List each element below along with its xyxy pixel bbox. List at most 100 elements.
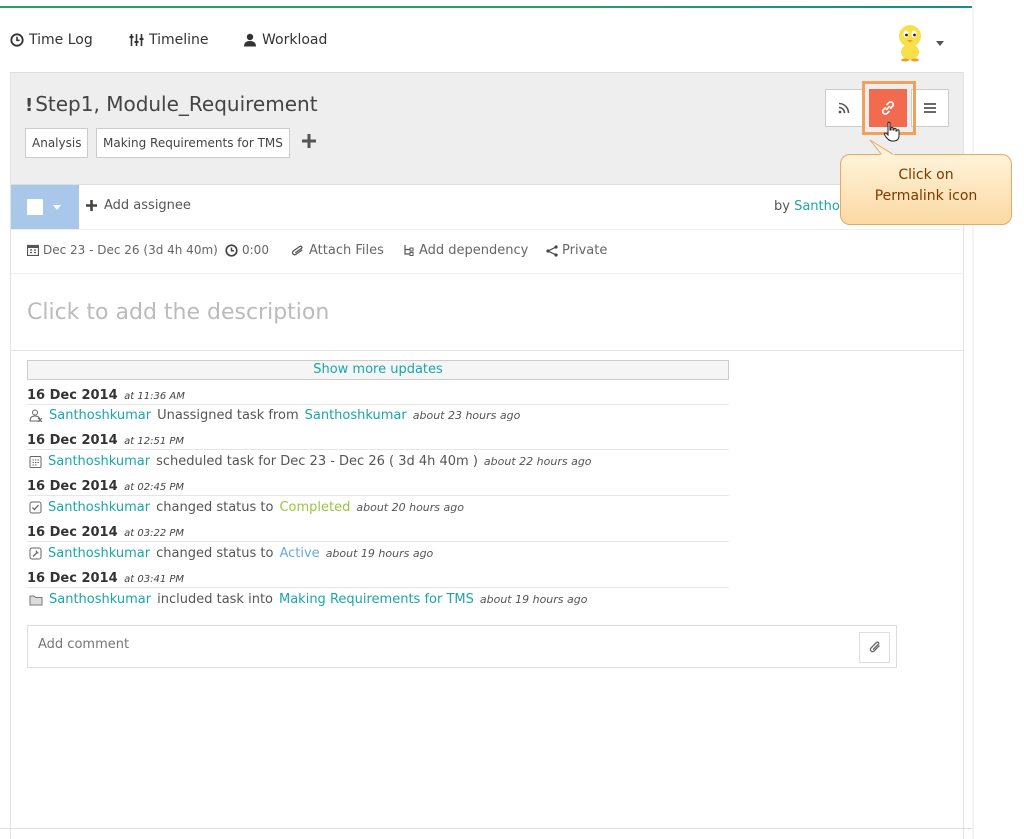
update-action: scheduled task for Dec 23 - Dec 26 ( 3d … (156, 454, 478, 469)
schedule-dates[interactable]: Dec 23 - Dec 26 (3d 4h 40m) (27, 243, 218, 257)
status-completed: Completed (279, 500, 351, 515)
update-time-text: at 03:22 PM (124, 528, 185, 539)
update-user[interactable]: Santhoshkumar (48, 500, 150, 515)
update-action: Unassigned task from (157, 408, 299, 423)
update-line-5: Santhoshkumar included task into Making … (29, 592, 587, 607)
comment-box (27, 625, 897, 668)
attach-files-label: Attach Files (309, 243, 384, 258)
update-time-text: at 03:41 PM (124, 574, 185, 585)
update-ago: about 22 hours ago (483, 455, 592, 468)
rss-button[interactable] (825, 89, 863, 127)
top-nav: Time Log Timeline Workload (0, 8, 972, 72)
nav-time-log[interactable]: Time Log (10, 32, 93, 48)
callout-annotation: Click on Permalink icon (840, 154, 1012, 225)
update-ago: about 23 hours ago (412, 409, 521, 422)
folder-icon (29, 595, 43, 605)
bottom-divider (0, 828, 972, 829)
comment-input[interactable] (38, 637, 838, 652)
tag-analysis[interactable]: Analysis (25, 128, 89, 158)
hamburger-icon (924, 103, 936, 113)
created-by: by Santhos (774, 199, 847, 214)
update-user[interactable]: Santhoshkumar (49, 592, 151, 607)
calendar-icon (27, 244, 39, 256)
created-by-user[interactable]: Santhos (794, 199, 847, 214)
update-action: included task into (157, 592, 273, 607)
update-date-4: 16 Dec 2014 at 03:22 PM (27, 525, 729, 542)
share-icon (546, 244, 558, 257)
update-user[interactable]: Santhoshkumar (48, 454, 150, 469)
rss-icon (838, 102, 850, 114)
update-ago: about 19 hours ago (325, 547, 434, 560)
avatar-dropdown-icon[interactable] (936, 41, 944, 46)
update-line-1: Santhoshkumar Unassigned task from Santh… (29, 408, 520, 423)
update-line-2: Santhoshkumar scheduled task for Dec 23 … (29, 454, 592, 469)
nav-workload-label: Workload (262, 32, 328, 48)
status-checkbox[interactable] (27, 199, 43, 215)
created-by-prefix: by (774, 199, 795, 214)
task-panel: ! Step1, Module_Requirement Analysis Mak… (10, 72, 964, 839)
callout-tail (869, 139, 896, 157)
update-user[interactable]: Santhoshkumar (49, 408, 151, 423)
description-placeholder[interactable]: Click to add the description (27, 300, 329, 325)
nav-time-log-label: Time Log (29, 32, 93, 48)
update-date-text: 16 Dec 2014 (27, 479, 118, 494)
update-time-text: at 11:36 AM (124, 391, 185, 402)
update-user[interactable]: Santhoshkumar (48, 546, 150, 561)
tag-project[interactable]: Making Requirements for TMS (96, 128, 290, 158)
add-tag-icon[interactable] (301, 133, 317, 149)
avatar[interactable] (890, 22, 930, 62)
priority-indicator: ! (25, 95, 34, 116)
menu-button[interactable] (911, 89, 949, 127)
update-date-text: 16 Dec 2014 (27, 433, 118, 448)
task-title-text: Step1, Module_Requirement (35, 92, 318, 116)
dependency-icon (404, 245, 414, 256)
update-target-project[interactable]: Making Requirements for TMS (279, 592, 474, 607)
wrench-icon (29, 547, 42, 560)
assignee-row: Add assignee by Santhos (11, 185, 963, 230)
add-dependency-label: Add dependency (419, 243, 529, 258)
sliders-icon (129, 34, 144, 46)
checkbox-icon (29, 501, 42, 514)
update-date-text: 16 Dec 2014 (27, 525, 118, 540)
show-more-updates-button[interactable]: Show more updates (27, 360, 729, 380)
add-assignee-label: Add assignee (104, 198, 191, 213)
calendar-icon (29, 456, 42, 468)
nav-workload[interactable]: Workload (243, 32, 327, 48)
clock-icon (10, 33, 24, 47)
add-dependency-button[interactable]: Add dependency (403, 243, 528, 258)
right-edge (972, 0, 974, 839)
schedule-dates-label: Dec 23 - Dec 26 (3d 4h 40m) (43, 243, 218, 257)
user-icon (244, 33, 256, 47)
update-date-2: 16 Dec 2014 at 12:51 PM (27, 433, 729, 450)
update-action: changed status to (156, 500, 274, 515)
description-divider (11, 350, 963, 351)
nav-timeline[interactable]: Timeline (129, 32, 209, 48)
unassign-user-icon (29, 409, 43, 422)
task-header: ! Step1, Module_Requirement Analysis Mak… (11, 72, 963, 185)
clock-icon (225, 243, 238, 257)
update-action: changed status to (156, 546, 274, 561)
comment-attach-button[interactable] (859, 632, 890, 663)
paperclip-icon (291, 245, 303, 255)
private-label: Private (562, 243, 608, 258)
time-tracked[interactable]: 0:00 (225, 243, 269, 257)
task-title[interactable]: ! Step1, Module_Requirement (25, 92, 318, 116)
paperclip-icon (869, 640, 880, 652)
attach-files-button[interactable]: Attach Files (290, 243, 384, 258)
callout-line-2: Permalink icon (874, 188, 978, 204)
status-active: Active (279, 546, 320, 561)
update-target-user[interactable]: Santhoshkumar (305, 408, 407, 423)
nav-timeline-label: Timeline (149, 32, 209, 48)
caret-down-icon[interactable] (53, 205, 61, 210)
update-line-4: Santhoshkumar changed status to Active a… (29, 546, 433, 561)
status-checkbox-dropdown[interactable] (11, 185, 79, 229)
update-date-1: 16 Dec 2014 at 11:36 AM (27, 388, 729, 405)
update-time-text: at 02:45 PM (124, 482, 185, 493)
update-date-3: 16 Dec 2014 at 02:45 PM (27, 479, 729, 496)
update-time-text: at 12:51 PM (124, 436, 185, 447)
private-toggle[interactable]: Private (546, 243, 607, 258)
update-date-text: 16 Dec 2014 (27, 388, 118, 403)
plus-icon (86, 200, 97, 211)
add-assignee-button[interactable]: Add assignee (85, 198, 191, 213)
callout-line-1: Click on (898, 167, 954, 183)
